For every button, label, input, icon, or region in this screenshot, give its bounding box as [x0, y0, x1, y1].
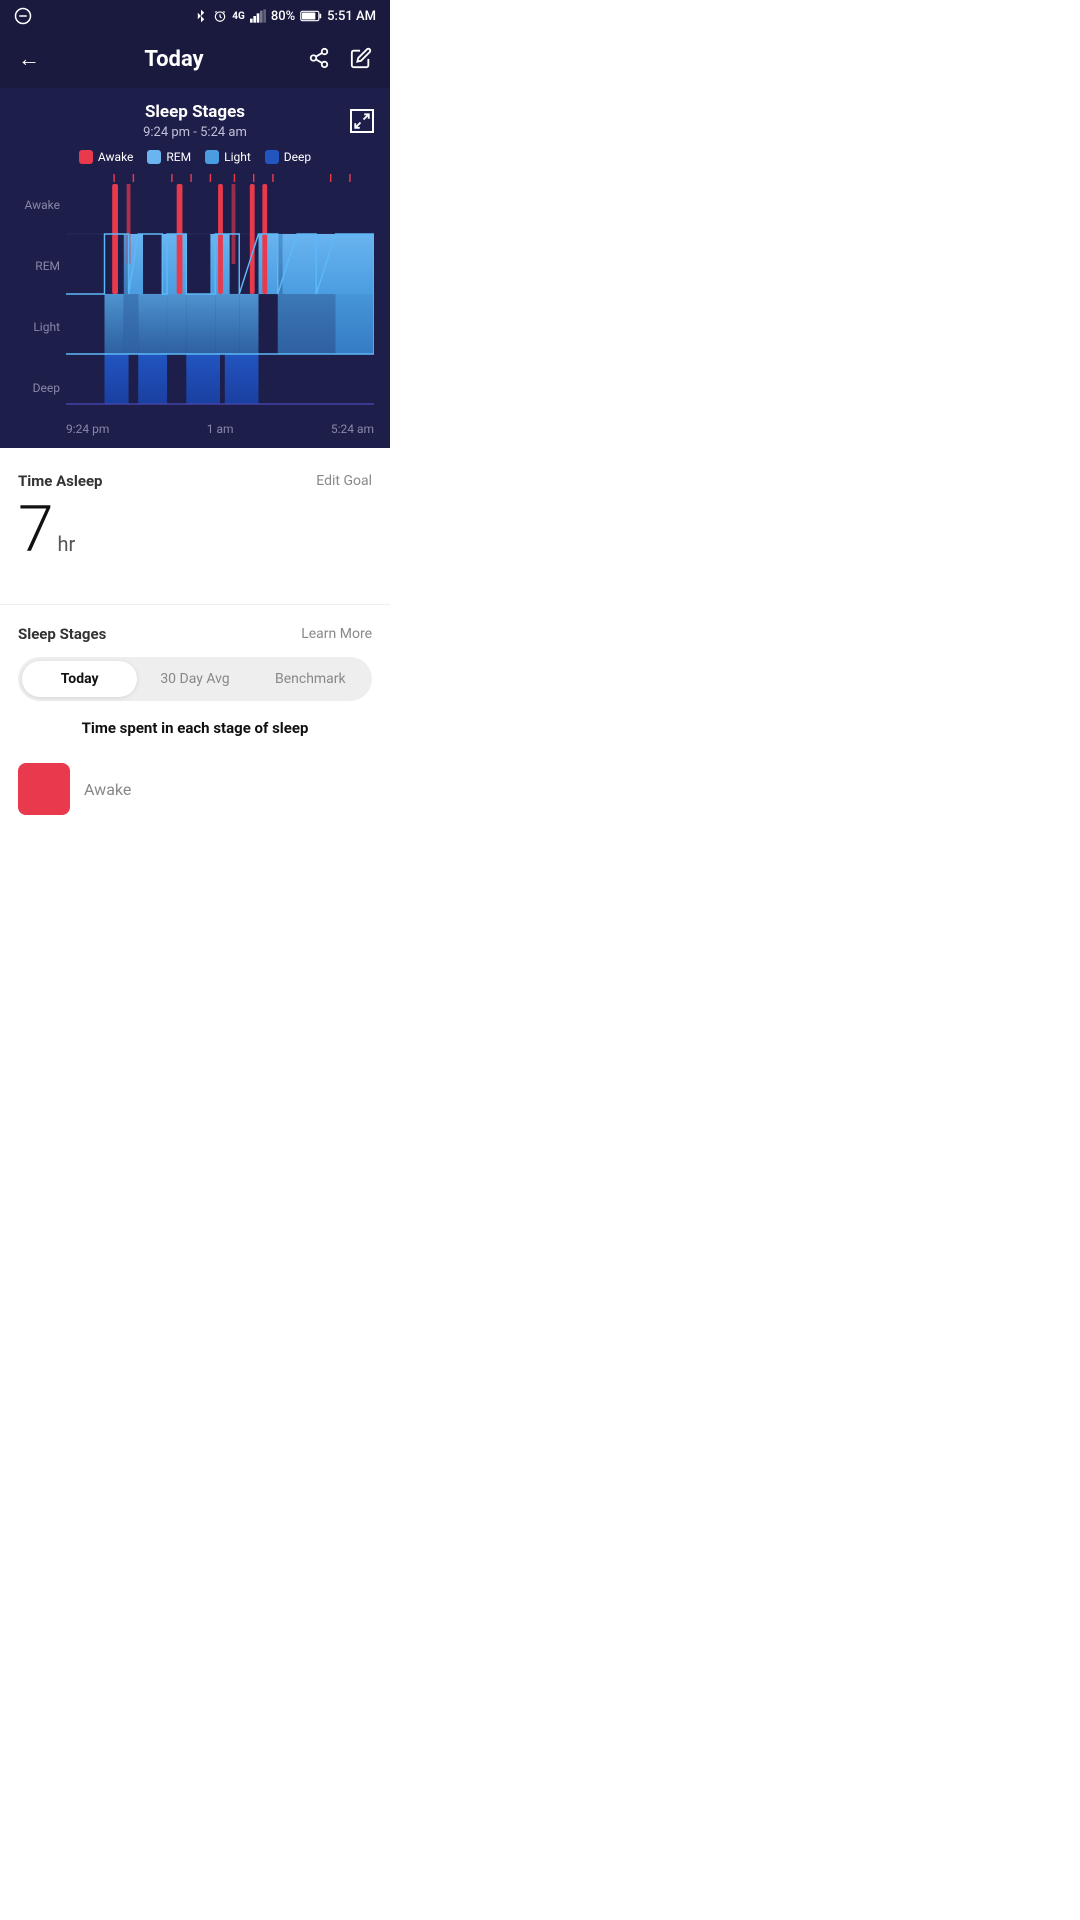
share-icon: [308, 47, 330, 69]
legend-rem: REM: [147, 150, 191, 164]
status-time: 5:51 AM: [327, 9, 376, 24]
stages-label: Sleep Stages: [18, 625, 106, 643]
x-label-end: 5:24 am: [331, 422, 374, 436]
y-label-rem: REM: [16, 259, 60, 273]
time-asleep-label: Time Asleep: [18, 472, 102, 490]
status-left: [14, 7, 32, 25]
tab-benchmark[interactable]: Benchmark: [253, 661, 368, 697]
back-button[interactable]: ←: [18, 46, 40, 72]
deep-dot: [265, 150, 279, 164]
stage-item-awake: Awake: [18, 753, 372, 815]
tab-today[interactable]: Today: [22, 661, 137, 697]
sleep-chart-svg: [66, 174, 374, 414]
time-asleep-unit: hr: [58, 532, 76, 556]
share-button[interactable]: [308, 47, 330, 72]
battery-icon: [300, 10, 322, 22]
status-bar: 4G 80% 5:51 AM: [0, 0, 390, 32]
minus-circle-icon: [14, 7, 32, 25]
stages-description: Time spent in each stage of sleep: [18, 719, 372, 737]
light-dot: [205, 150, 219, 164]
edit-goal-button[interactable]: Edit Goal: [316, 473, 372, 489]
chart-area: Awake REM Light Deep: [16, 174, 374, 418]
time-asleep-value-row: 7 hr: [18, 498, 372, 562]
edit-icon: [350, 47, 372, 69]
header-actions: [308, 47, 372, 72]
chart-title-row: Sleep Stages 9:24 pm - 5:24 am: [16, 102, 374, 140]
y-label-light: Light: [16, 320, 60, 334]
time-asleep-row: Time Asleep Edit Goal: [18, 472, 372, 490]
time-asleep-section: Time Asleep Edit Goal 7 hr: [0, 448, 390, 604]
bluetooth-icon: [194, 9, 208, 23]
page-title: Today: [144, 47, 203, 72]
awake-color-box: [18, 763, 70, 815]
rem-dot: [147, 150, 161, 164]
y-label-awake: Awake: [16, 198, 60, 212]
chart-subtitle: 9:24 pm - 5:24 am: [143, 125, 247, 140]
chart-section: Sleep Stages 9:24 pm - 5:24 am Awake REM…: [0, 88, 390, 448]
chart-y-labels: Awake REM Light Deep: [16, 174, 66, 418]
tab-30day[interactable]: 30 Day Avg: [137, 661, 252, 697]
chart-svg: [66, 174, 374, 418]
legend-awake: Awake: [79, 150, 134, 164]
expand-button[interactable]: [350, 109, 374, 133]
learn-more-button[interactable]: Learn More: [301, 626, 372, 642]
sleep-stages-section: Sleep Stages Learn More Today 30 Day Avg…: [0, 604, 390, 831]
legend-light: Light: [205, 150, 251, 164]
chart-title: Sleep Stages: [145, 102, 245, 122]
legend: Awake REM Light Deep: [16, 150, 374, 164]
alarm-icon: [213, 9, 227, 23]
network-label: 4G: [232, 11, 245, 22]
battery-percent: 80%: [271, 9, 295, 24]
header: ← Today: [0, 32, 390, 88]
signal-icon: [250, 9, 266, 23]
awake-dot: [79, 150, 93, 164]
awake-item-label: Awake: [84, 780, 131, 799]
x-label-start: 9:24 pm: [66, 422, 109, 436]
x-label-mid: 1 am: [207, 422, 234, 436]
edit-button[interactable]: [350, 47, 372, 72]
chart-x-labels: 9:24 pm 1 am 5:24 am: [16, 422, 374, 436]
time-asleep-value: 7: [18, 498, 54, 562]
legend-deep: Deep: [265, 150, 311, 164]
status-right: 4G 80% 5:51 AM: [194, 9, 376, 24]
expand-icon: [353, 112, 371, 130]
tab-switcher: Today 30 Day Avg Benchmark: [18, 657, 372, 701]
stages-header: Sleep Stages Learn More: [18, 625, 372, 643]
y-label-deep: Deep: [16, 381, 60, 395]
